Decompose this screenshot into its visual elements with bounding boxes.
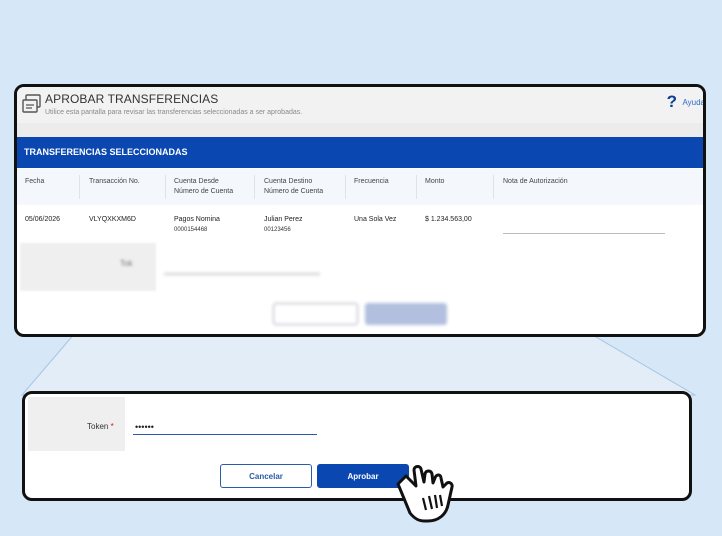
page-header: APROBAR TRANSFERENCIAS Utilice esta pant…: [17, 87, 703, 124]
column-divider: [345, 175, 346, 199]
cell-monto: $ 1.234.563,00: [425, 216, 472, 223]
header-divider: [17, 123, 703, 137]
column-header-transaccion: Transacción No.: [89, 178, 140, 185]
blurred-token-label: Tok: [120, 259, 133, 268]
pointer-hand-icon: [396, 465, 454, 523]
cell-fecha: 05/06/2026: [25, 216, 61, 223]
transfer-document-icon: [22, 94, 41, 113]
token-label: Token *: [87, 422, 114, 431]
column-divider: [493, 175, 494, 199]
page-subtitle: Utilice esta pantalla para revisar las t…: [45, 109, 303, 116]
cell-frecuencia: Una Sola Vez: [354, 216, 397, 223]
column-header-cuenta-destino: Cuenta Destino Número de Cuenta: [264, 178, 324, 195]
help-link[interactable]: Ayuda: [682, 98, 703, 107]
blurred-token-input: [164, 273, 320, 275]
token-input[interactable]: [133, 420, 317, 435]
cancel-button[interactable]: Cancelar: [220, 464, 312, 488]
question-mark-icon[interactable]: ?: [667, 92, 677, 112]
page-title: APROBAR TRANSFERENCIAS: [45, 92, 219, 106]
column-divider: [165, 175, 166, 199]
authorization-note-input[interactable]: [503, 233, 665, 234]
column-header-monto: Monto: [425, 178, 445, 185]
blurred-cancel-button: [273, 303, 358, 325]
column-header-cuenta-desde: Cuenta Desde Número de Cuenta: [174, 178, 234, 195]
column-header-fecha: Fecha: [25, 178, 45, 185]
table-header: Fecha Transacción No. Cuenta Desde Númer…: [17, 169, 703, 205]
column-header-nota: Nota de Autorización: [503, 178, 568, 185]
column-header-frecuencia: Frecuencia: [354, 178, 389, 185]
column-divider: [79, 175, 80, 199]
zoomed-token-panel: Token * Cancelar Aprobar: [22, 391, 692, 501]
cell-cuenta-desde: Pagos Nomina 0000154468: [174, 216, 220, 233]
blurred-approve-button: [365, 303, 447, 325]
cell-transaccion: VLYQXKXM6D: [89, 216, 136, 223]
app-window: APROBAR TRANSFERENCIAS Utilice esta pant…: [14, 84, 706, 337]
column-divider: [254, 175, 255, 199]
section-title: TRANSFERENCIAS SELECCIONADAS: [17, 137, 703, 168]
column-divider: [416, 175, 417, 199]
blurred-token-label-box: [20, 243, 156, 291]
cell-cuenta-destino: Julian Perez 00123456: [264, 216, 303, 233]
